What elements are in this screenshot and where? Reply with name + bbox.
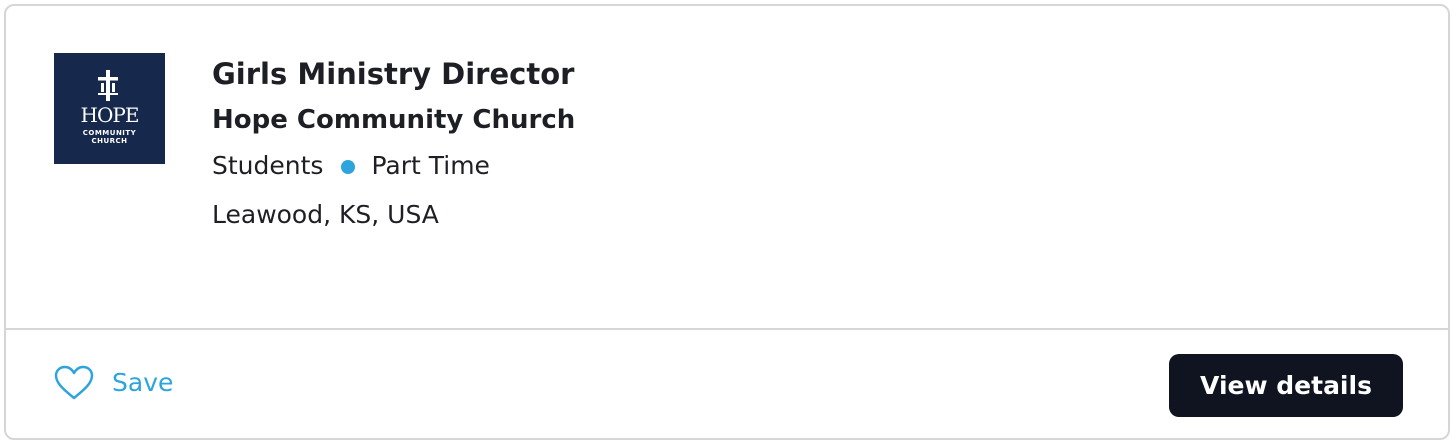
logo-subtitle-line1: COMMUNITY — [82, 129, 137, 137]
job-meta: Students Part Time — [212, 150, 575, 182]
save-label: Save — [112, 368, 174, 397]
heart-icon — [54, 365, 94, 400]
separator-dot-icon — [341, 160, 356, 174]
job-category: Students — [212, 151, 324, 180]
job-info: Girls Ministry Director Hope Community C… — [212, 56, 575, 231]
view-details-button[interactable]: View details — [1169, 354, 1403, 417]
employment-type: Part Time — [371, 151, 490, 180]
logo-subtitle-line2: CHURCH — [91, 137, 128, 145]
job-card-body: HOPE COMMUNITY CHURCH Girls Ministry Dir… — [6, 6, 1448, 330]
logo-wordmark: HOPE — [80, 103, 140, 127]
job-title: Girls Ministry Director — [212, 57, 575, 91]
save-button[interactable]: Save — [54, 365, 173, 401]
job-card: HOPE COMMUNITY CHURCH Girls Ministry Dir… — [4, 4, 1450, 440]
job-location: Leawood, KS, USA — [212, 200, 439, 229]
organization-logo: HOPE COMMUNITY CHURCH — [54, 53, 165, 164]
organization-name: Hope Community Church — [212, 105, 576, 135]
